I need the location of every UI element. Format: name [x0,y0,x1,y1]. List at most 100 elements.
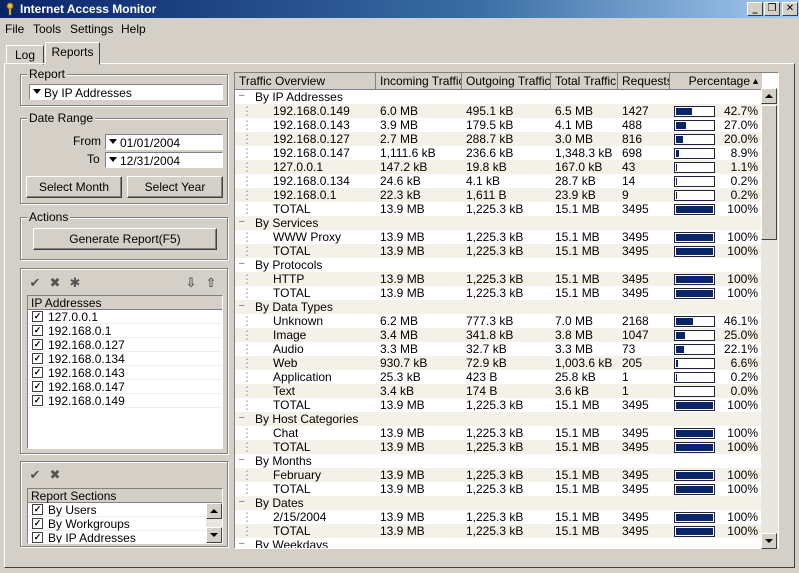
checkbox[interactable]: ✓ [32,518,43,529]
table-row[interactable]: ⋮ 192.168.0.134 24.6 kB 4.1 kB 28.7 kB 14 0.2% [235,174,762,188]
sections-scrollbar[interactable] [206,503,222,543]
group-header-row[interactable]: – By Host Categories [235,412,762,426]
checkbox[interactable]: ✓ [32,367,43,378]
table-row[interactable]: ⋮ TOTAL 13.9 MB 1,225.3 kB 15.1 MB 3495 100% [235,524,762,538]
table-row[interactable]: ⋮ Audio 3.3 MB 32.7 kB 3.3 MB 73 22.1% [235,342,762,356]
select-month-button[interactable]: Select Month [26,176,122,198]
row-label: TOTAL [273,244,311,258]
minimize-icon[interactable]: _ [747,2,763,16]
checkbox[interactable]: ✓ [32,339,43,350]
group-header-row[interactable]: – By Data Types [235,300,762,314]
table-row[interactable]: ⋮ 192.168.0.127 2.7 MB 288.7 kB 3.0 MB 816 20.… [235,132,762,146]
uncheck-all-icon[interactable]: ✖ [47,276,63,292]
group-header-row[interactable]: – By Protocols [235,258,762,272]
table-row[interactable]: ⋮ TOTAL 13.9 MB 1,225.3 kB 15.1 MB 3495 100% [235,482,762,496]
section-list-item[interactable]: ✓ By Users [28,503,222,517]
export-icon[interactable]: ⇧ [203,276,219,292]
col-requests[interactable]: Requests [618,73,670,90]
report-type-select[interactable]: By IP Addresses [29,84,223,100]
tree-collapse-icon[interactable]: – [239,299,245,313]
from-date-picker[interactable]: 01/01/2004 [105,134,223,150]
col-incoming[interactable]: Incoming Traffic [376,73,462,90]
table-row[interactable]: ⋮ 2/15/2004 13.9 MB 1,225.3 kB 15.1 MB 3495 10… [235,510,762,524]
table-row[interactable]: ⋮ TOTAL 13.9 MB 1,225.3 kB 15.1 MB 3495 100% [235,244,762,258]
scroll-up-icon[interactable] [761,88,777,104]
tree-collapse-icon[interactable]: – [239,537,245,548]
checkbox[interactable]: ✓ [32,353,43,364]
table-row[interactable]: ⋮ TOTAL 13.9 MB 1,225.3 kB 15.1 MB 3495 100% [235,286,762,300]
menu-settings[interactable]: Settings [70,22,113,36]
menu-file[interactable]: File [5,22,24,36]
checkbox[interactable]: ✓ [32,311,43,322]
ip-list-item[interactable]: ✓ 127.0.0.1 [28,310,222,324]
ip-list-item[interactable]: ✓ 192.168.0.149 [28,394,222,408]
table-row[interactable]: ⋮ 192.168.0.147 1,111.6 kB 236.6 kB 1,348.3 … [235,146,762,160]
table-row[interactable]: ⋮ Application 25.3 kB 423 B 25.8 kB 1 0.2% [235,370,762,384]
grid-scrollbar[interactable] [761,88,778,549]
tree-collapse-icon[interactable]: – [239,495,245,509]
checkbox[interactable]: ✓ [32,532,43,543]
menu-tools[interactable]: Tools [33,22,61,36]
table-row[interactable]: ⋮ 192.168.0.1 22.3 kB 1,611 B 23.9 kB 9 0.2% [235,188,762,202]
table-row[interactable]: ⋮ TOTAL 13.9 MB 1,225.3 kB 15.1 MB 3495 100% [235,398,762,412]
uncheck-all-icon[interactable]: ✖ [47,468,63,484]
tree-collapse-icon[interactable]: – [239,215,245,229]
tree-collapse-icon[interactable]: – [239,411,245,425]
table-row[interactable]: ⋮ TOTAL 13.9 MB 1,225.3 kB 15.1 MB 3495 100% [235,202,762,216]
invert-selection-icon[interactable]: ✱ [67,276,83,292]
group-header-row[interactable]: – By IP Addresses [235,90,762,104]
table-row[interactable]: ⋮ Chat 13.9 MB 1,225.3 kB 15.1 MB 3495 100% [235,426,762,440]
ip-list-item[interactable]: ✓ 192.168.0.134 [28,352,222,366]
select-year-button[interactable]: Select Year [127,176,223,198]
checkbox[interactable]: ✓ [32,325,43,336]
table-row[interactable]: ⋮ HTTP 13.9 MB 1,225.3 kB 15.1 MB 3495 100% [235,272,762,286]
tab-reports[interactable]: Reports [45,42,100,65]
checkbox[interactable]: ✓ [32,381,43,392]
title-bar: Internet Access Monitor _ ❐ ✕ [0,0,799,18]
table-row[interactable]: ⋮ TOTAL 13.9 MB 1,225.3 kB 15.1 MB 3495 100% [235,440,762,454]
table-row[interactable]: ⋮ Text 3.4 kB 174 B 3.6 kB 1 0.0% [235,384,762,398]
tree-collapse-icon[interactable]: – [239,90,245,103]
tree-collapse-icon[interactable]: – [239,257,245,271]
traffic-report-grid: Traffic Overview Incoming Traffic Outgoi… [234,72,779,549]
checkbox[interactable]: ✓ [32,504,43,515]
col-traffic-overview[interactable]: Traffic Overview [235,73,376,90]
ip-list-item[interactable]: ✓ 192.168.0.127 [28,338,222,352]
close-icon[interactable]: ✕ [782,2,798,16]
tree-collapse-icon[interactable]: – [239,453,245,467]
scroll-thumb[interactable] [761,105,777,240]
table-row[interactable]: ⋮ Unknown 6.2 MB 777.3 kB 7.0 MB 2168 46.1% [235,314,762,328]
checkbox[interactable]: ✓ [32,395,43,406]
group-header-row[interactable]: – By Weekdays [235,537,762,548]
section-list-item[interactable]: ✓ By Workgroups [28,517,222,531]
tab-log[interactable]: Log [6,45,44,65]
generate-report-button[interactable]: Generate Report(F5) [33,228,217,250]
menu-help[interactable]: Help [121,22,146,36]
table-row[interactable]: ⋮ WWW Proxy 13.9 MB 1,225.3 kB 15.1 MB 3495 10… [235,230,762,244]
table-row[interactable]: ⋮ 192.168.0.149 6.0 MB 495.1 kB 6.5 MB 1427 42… [235,104,762,118]
scroll-down-icon[interactable] [761,533,777,549]
row-label: TOTAL [273,482,311,496]
ip-list-item[interactable]: ✓ 192.168.0.1 [28,324,222,338]
section-list-item[interactable]: ✓ By IP Addresses [28,531,222,543]
group-header-row[interactable]: – By Dates [235,496,762,510]
scroll-down-icon[interactable] [206,527,222,543]
import-icon[interactable]: ⇩ [183,276,199,292]
table-row[interactable]: ⋮ February 13.9 MB 1,225.3 kB 15.1 MB 3495 100… [235,468,762,482]
restore-icon[interactable]: ❐ [764,2,780,16]
ip-list-item[interactable]: ✓ 192.168.0.147 [28,380,222,394]
check-all-icon[interactable]: ✔ [27,276,43,292]
check-all-icon[interactable]: ✔ [27,468,43,484]
table-row[interactable]: ⋮ Image 3.4 MB 341.8 kB 3.8 MB 1047 25.0% [235,328,762,342]
scroll-up-icon[interactable] [206,503,222,519]
table-row[interactable]: ⋮ 192.168.0.143 3.9 MB 179.5 kB 4.1 MB 488 27.… [235,118,762,132]
group-header-row[interactable]: – By Services [235,216,762,230]
table-row[interactable]: ⋮ Web 930.7 kB 72.9 kB 1,003.6 kB 205 6.6% [235,356,762,370]
table-row[interactable]: ⋮ 127.0.0.1 147.2 kB 19.8 kB 167.0 kB 43 1.1% [235,160,762,174]
col-percentage[interactable]: Percentage ▲ [670,73,762,90]
group-header-row[interactable]: – By Months [235,454,762,468]
to-date-picker[interactable]: 12/31/2004 [105,152,223,168]
col-outgoing[interactable]: Outgoing Traffic [462,73,551,90]
col-total[interactable]: Total Traffic [551,73,618,90]
ip-list-item[interactable]: ✓ 192.168.0.143 [28,366,222,380]
